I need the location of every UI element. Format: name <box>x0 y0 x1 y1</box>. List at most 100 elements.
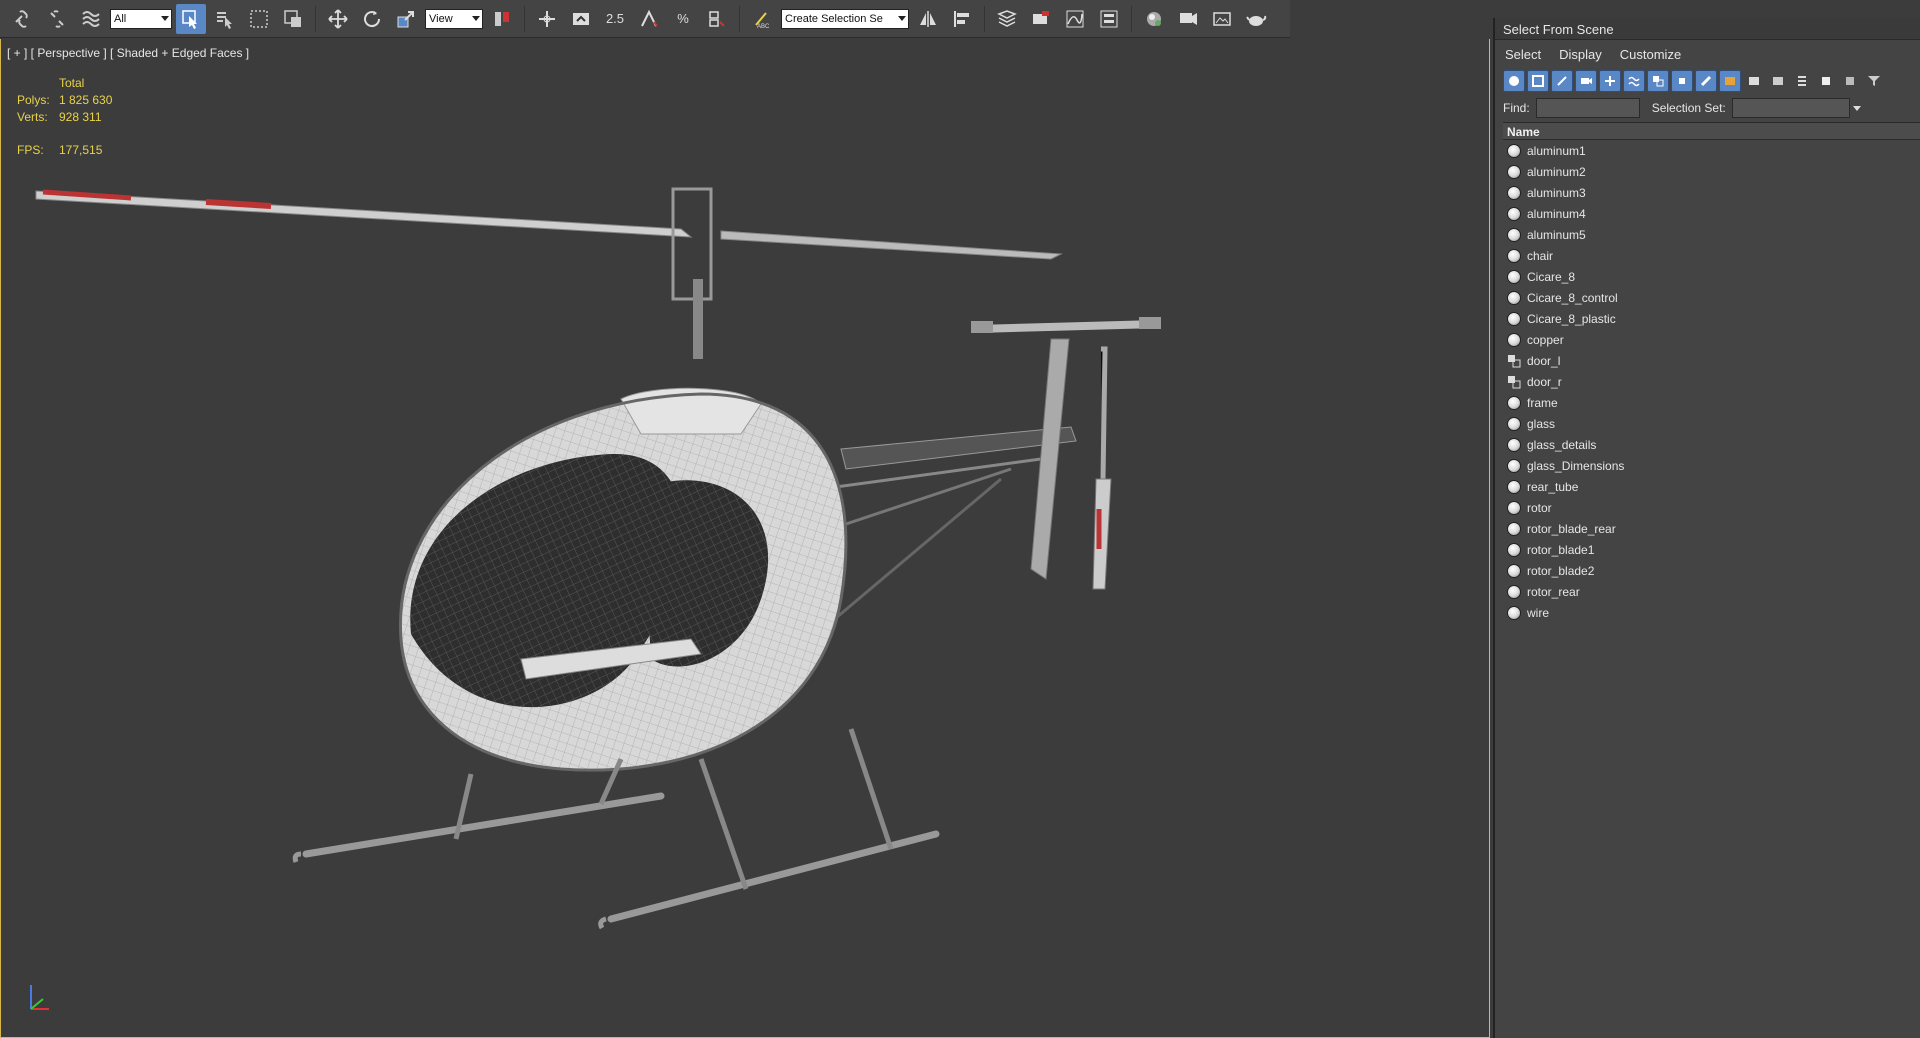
selection-set-dropdown[interactable] <box>1731 98 1861 118</box>
render-teapot-icon[interactable] <box>1241 4 1271 34</box>
render-setup-icon[interactable] <box>1173 4 1203 34</box>
scene-explorer-icon[interactable] <box>1026 4 1056 34</box>
list-item-label: door_r <box>1527 374 1562 389</box>
ref-coord-dropdown[interactable]: View <box>425 8 483 29</box>
material-editor-icon[interactable] <box>1139 4 1169 34</box>
list-item-label: aluminum4 <box>1527 206 1586 221</box>
list-item-label: chair <box>1527 248 1554 263</box>
display-invert-icon[interactable] <box>1839 70 1861 92</box>
rect-selection-icon[interactable] <box>244 4 274 34</box>
list-item[interactable]: rotor_blade_rear <box>1503 518 1920 539</box>
toolbar-divider <box>739 5 740 32</box>
sphere-icon <box>1507 584 1521 599</box>
curve-editor-icon[interactable] <box>1060 4 1090 34</box>
filter-icon[interactable] <box>1863 70 1885 92</box>
manipulate-icon[interactable] <box>532 4 562 34</box>
perspective-viewport[interactable]: [ + ] [ Perspective ] [ Shaded + Edged F… <box>0 39 1490 1038</box>
list-item[interactable]: aluminum3 <box>1503 182 1920 203</box>
list-item[interactable]: rotor <box>1503 497 1920 518</box>
list-item[interactable]: rotor_rear <box>1503 581 1920 602</box>
window-crossing-icon[interactable] <box>278 4 308 34</box>
percent-snap-icon[interactable]: % <box>668 4 698 34</box>
list-item[interactable]: glass <box>1503 413 1920 434</box>
selection-filter-dropdown[interactable]: All <box>110 8 172 29</box>
align-icon[interactable] <box>947 4 977 34</box>
display-helpers-icon[interactable] <box>1599 70 1621 92</box>
list-item[interactable]: Cicare_8_plastic <box>1503 308 1920 329</box>
filter-toolbar <box>1495 68 1920 94</box>
sphere-icon <box>1507 164 1521 179</box>
list-item-label: glass_Dimensions <box>1527 458 1625 473</box>
rendered-frame-icon[interactable] <box>1207 4 1237 34</box>
list-item[interactable]: rear_tube <box>1503 476 1920 497</box>
menu-display[interactable]: Display <box>1559 47 1602 62</box>
link-icon[interactable] <box>8 4 38 34</box>
helicopter-model[interactable] <box>1 39 1491 1038</box>
display-cameras-icon[interactable] <box>1575 70 1597 92</box>
dialog-title[interactable]: Select From Scene <box>1495 18 1920 40</box>
toolbar-divider <box>524 5 525 32</box>
sphere-icon <box>1507 542 1521 557</box>
find-input[interactable] <box>1535 98 1640 118</box>
display-none-icon[interactable] <box>1815 70 1837 92</box>
keyboard-shortcut-icon[interactable] <box>566 4 596 34</box>
sphere-icon <box>1507 269 1521 284</box>
display-geometry-icon[interactable] <box>1503 70 1525 92</box>
display-frozen-icon[interactable] <box>1743 70 1765 92</box>
snap-toggle-icon[interactable]: 2.5 <box>600 4 630 34</box>
rotate-icon[interactable] <box>357 4 387 34</box>
display-shapes-icon[interactable] <box>1527 70 1549 92</box>
list-item[interactable]: wire <box>1503 602 1920 623</box>
unlink-icon[interactable] <box>42 4 72 34</box>
display-bones-icon[interactable] <box>1695 70 1717 92</box>
menu-customize[interactable]: Customize <box>1620 47 1681 62</box>
percent-glyph: % <box>677 11 689 26</box>
list-item[interactable]: door_l <box>1503 350 1920 371</box>
list-item[interactable]: Cicare_8_control <box>1503 287 1920 308</box>
list-item[interactable]: aluminum2 <box>1503 161 1920 182</box>
list-item[interactable]: chair <box>1503 245 1920 266</box>
group-icon <box>1507 354 1521 368</box>
mirror-icon[interactable] <box>913 4 943 34</box>
angle-snap-icon[interactable] <box>634 4 664 34</box>
move-icon[interactable] <box>323 4 353 34</box>
display-lights-icon[interactable] <box>1551 70 1573 92</box>
display-all-icon[interactable] <box>1791 70 1813 92</box>
pivot-icon[interactable] <box>487 4 517 34</box>
list-item[interactable]: aluminum5 <box>1503 224 1920 245</box>
list-item-label: aluminum1 <box>1527 143 1586 158</box>
list-item-label: rotor_blade2 <box>1527 563 1595 578</box>
layer-manager-icon[interactable] <box>992 4 1022 34</box>
select-object-icon[interactable] <box>176 3 206 34</box>
bind-spacewarp-icon[interactable] <box>76 4 106 34</box>
display-hidden-icon[interactable] <box>1767 70 1789 92</box>
main-toolbar: All View 2.5 % ABC Create Selection Se <box>0 0 1290 38</box>
spinner-snap-icon[interactable] <box>702 4 732 34</box>
display-groups-icon[interactable] <box>1647 70 1669 92</box>
name-column-header[interactable]: Name <box>1503 122 1920 140</box>
named-selection-dropdown[interactable]: Create Selection Se <box>781 8 909 29</box>
display-containers-icon[interactable] <box>1719 70 1741 92</box>
scale-icon[interactable] <box>391 4 421 34</box>
list-item[interactable]: glass_details <box>1503 434 1920 455</box>
list-item[interactable]: frame <box>1503 392 1920 413</box>
schematic-view-icon[interactable] <box>1094 4 1124 34</box>
list-item-label: rotor <box>1527 500 1552 515</box>
list-item-label: frame <box>1527 395 1558 410</box>
list-item[interactable]: door_r <box>1503 371 1920 392</box>
list-item[interactable]: aluminum1 <box>1503 140 1920 161</box>
list-item-label: wire <box>1527 605 1550 620</box>
sphere-icon <box>1507 605 1521 620</box>
object-list: aluminum1 aluminum2 aluminum3 aluminum4 alum… <box>1503 140 1920 623</box>
list-item[interactable]: copper <box>1503 329 1920 350</box>
select-by-name-icon[interactable] <box>210 4 240 34</box>
list-item[interactable]: rotor_blade2 <box>1503 560 1920 581</box>
list-item[interactable]: Cicare_8 <box>1503 266 1920 287</box>
menu-select[interactable]: Select <box>1505 47 1541 62</box>
display-xrefs-icon[interactable] <box>1671 70 1693 92</box>
list-item[interactable]: rotor_blade1 <box>1503 539 1920 560</box>
list-item[interactable]: glass_Dimensions <box>1503 455 1920 476</box>
list-item[interactable]: aluminum4 <box>1503 203 1920 224</box>
display-spacewarps-icon[interactable] <box>1623 70 1645 92</box>
edit-named-selection-icon[interactable]: ABC <box>747 4 777 34</box>
